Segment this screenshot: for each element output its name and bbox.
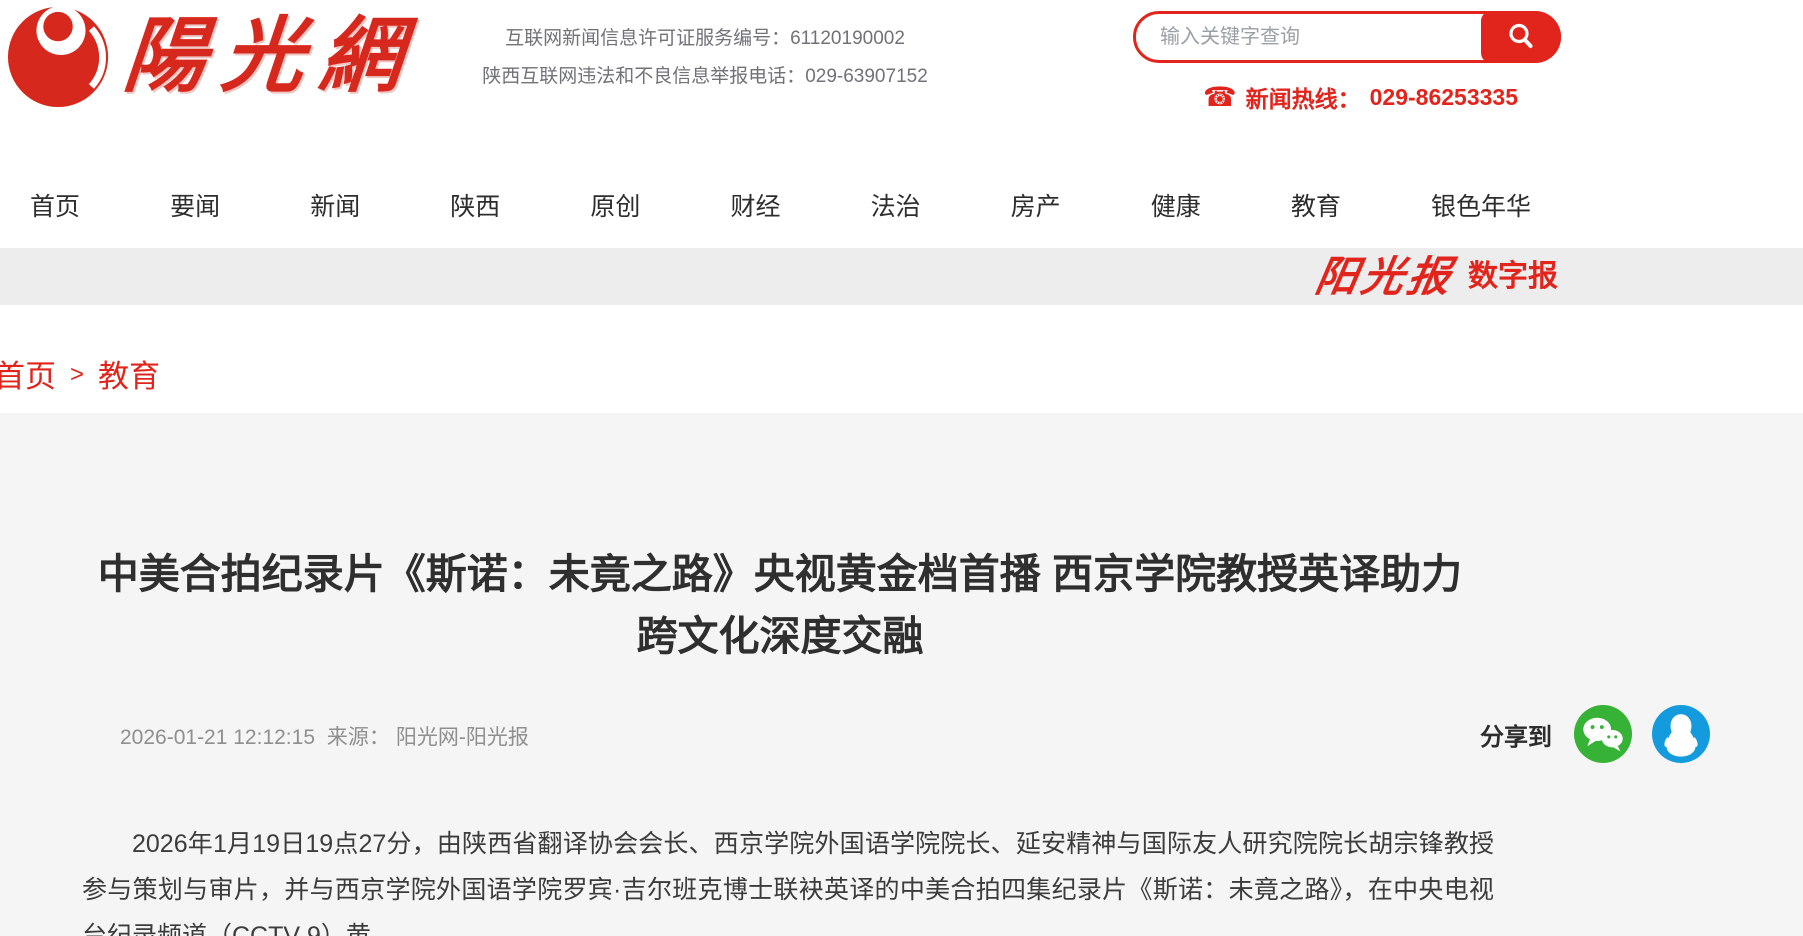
logo-text: 陽光網 xyxy=(120,9,422,103)
qq-icon xyxy=(1652,705,1710,763)
site-header: 陽光網 互联网新闻信息许可证服务编号：61120190002 陕西互联网违法和不… xyxy=(0,0,1803,148)
breadcrumb: 首页 > 教育 xyxy=(0,351,160,396)
hotline-label: 新闻热线： xyxy=(1246,80,1361,114)
article-title: 中美合拍纪录片《斯诺：未竟之路》央视黄金档首播 西京学院教授英译助力 跨文化深度… xyxy=(65,543,1495,667)
nav-item-law[interactable]: 法治 xyxy=(871,173,921,223)
paper-logo[interactable]: 阳光报 xyxy=(1312,256,1457,298)
license-info: 互联网新闻信息许可证服务编号：61120190002 陕西互联网违法和不良信息举… xyxy=(470,20,940,96)
search-icon xyxy=(1506,21,1536,54)
license-line2: 陕西互联网违法和不良信息举报电话：029-63907152 xyxy=(470,58,940,96)
nav-item-finance[interactable]: 财经 xyxy=(730,173,780,223)
article-meta: 2026-01-21 12:12:15 来源： 阳光网-阳光报 xyxy=(120,721,535,751)
share-qq-button[interactable] xyxy=(1652,705,1710,763)
news-hotline: ☎ 新闻热线： 029-86253335 xyxy=(1203,80,1518,114)
wechat-icon xyxy=(1574,705,1632,763)
search-input[interactable] xyxy=(1160,17,1450,57)
search-box xyxy=(1133,11,1561,63)
hotline-number: 029-86253335 xyxy=(1370,84,1518,111)
nav-item-shaanxi[interactable]: 陕西 xyxy=(450,173,500,223)
nav-item-original[interactable]: 原创 xyxy=(590,173,640,223)
nav-item-home[interactable]: 首页 xyxy=(30,173,80,223)
nav-item-silver-age[interactable]: 银色年华 xyxy=(1431,173,1531,223)
breadcrumb-separator: > xyxy=(70,358,84,389)
search-button[interactable] xyxy=(1481,11,1561,63)
breadcrumb-home[interactable]: 首页 xyxy=(0,351,56,396)
site-logo[interactable]: 陽光網 xyxy=(6,2,418,110)
nav-item-headlines[interactable]: 要闻 xyxy=(170,173,220,223)
phone-icon: ☎ xyxy=(1203,84,1237,111)
share-bar: 分享到 xyxy=(1480,705,1710,763)
breadcrumb-current[interactable]: 教育 xyxy=(98,351,160,396)
share-label: 分享到 xyxy=(1480,717,1552,752)
article-meta-row: 2026-01-21 12:12:15 来源： 阳光网-阳光报 分享到 xyxy=(120,705,1710,765)
source-name: 阳光网-阳光报 xyxy=(396,726,529,749)
digital-paper-bar: 阳光报 数字报 xyxy=(0,248,1803,305)
article-title-line1: 中美合拍纪录片《斯诺：未竟之路》央视黄金档首播 西京学院教授英译助力 xyxy=(65,543,1495,605)
article-panel: 中美合拍纪录片《斯诺：未竟之路》央视黄金档首播 西京学院教授英译助力 跨文化深度… xyxy=(0,413,1803,936)
main-nav: 首页 要闻 新闻 陕西 原创 财经 法治 房产 健康 教育 银色年华 xyxy=(30,150,1531,246)
page: 陽光網 互联网新闻信息许可证服务编号：61120190002 陕西互联网违法和不… xyxy=(0,0,1803,936)
nav-item-realestate[interactable]: 房产 xyxy=(1011,173,1061,223)
publish-time: 2026-01-21 12:12:15 xyxy=(120,726,315,749)
article-body: 2026年1月19日19点27分，由陕西省翻译协会会长、西京学院外国语学院院长、… xyxy=(82,821,1494,936)
share-wechat-button[interactable] xyxy=(1574,705,1632,763)
nav-item-education[interactable]: 教育 xyxy=(1291,173,1341,223)
digital-paper-link[interactable]: 数字报 xyxy=(1468,262,1558,292)
article-title-line2: 跨文化深度交融 xyxy=(65,605,1495,667)
sunshine-logo-icon xyxy=(6,2,114,110)
nav-item-health[interactable]: 健康 xyxy=(1151,173,1201,223)
license-line1: 互联网新闻信息许可证服务编号：61120190002 xyxy=(470,20,940,58)
nav-item-news[interactable]: 新闻 xyxy=(310,173,360,223)
source-label: 来源： xyxy=(327,726,390,749)
